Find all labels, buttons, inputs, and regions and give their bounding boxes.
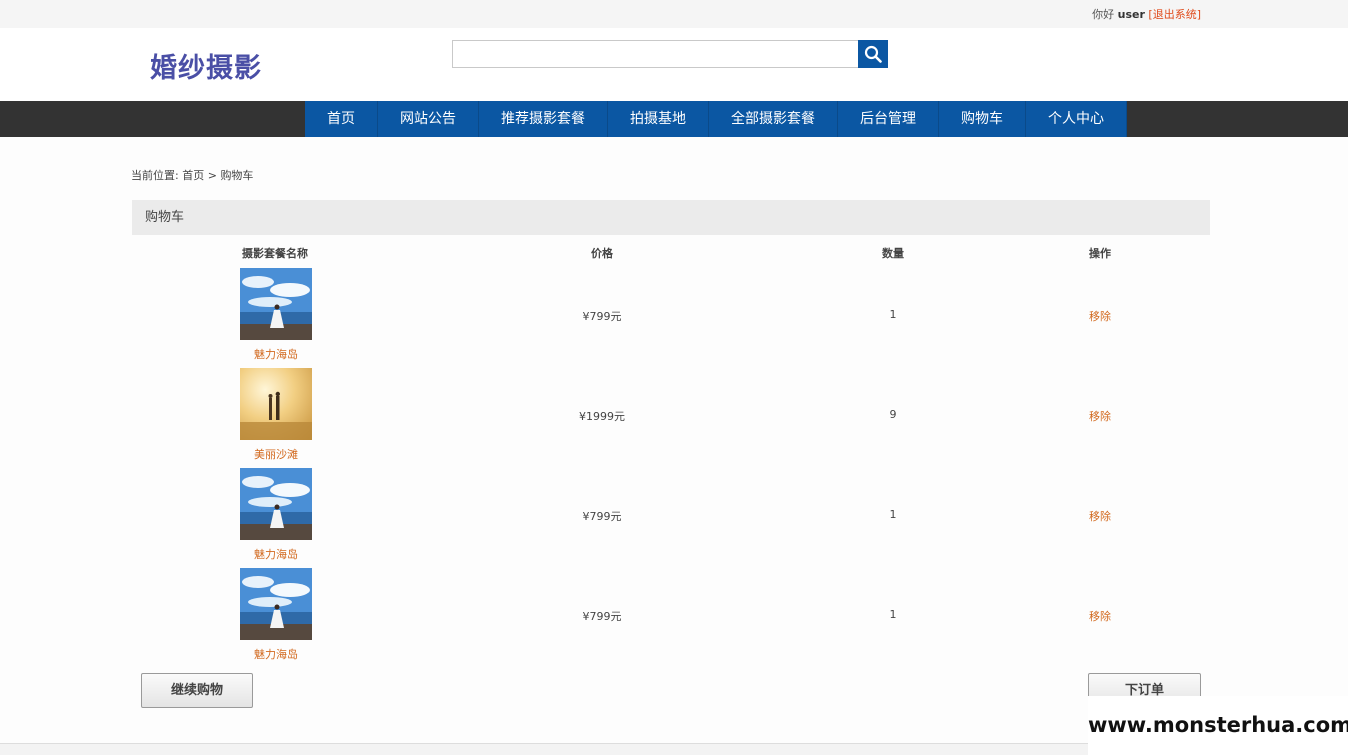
package-thumbnail[interactable] xyxy=(240,268,312,340)
breadcrumb-separator: > xyxy=(207,169,217,182)
package-name-link[interactable]: 魅力海岛 xyxy=(254,646,298,662)
search-input[interactable] xyxy=(452,40,859,68)
user-greeting: 你好 user [退出系统] xyxy=(1092,6,1201,22)
quantity-cell: 1 xyxy=(889,308,897,321)
price-cell: ¥799元 xyxy=(582,510,622,523)
price-cell: ¥1999元 xyxy=(579,410,625,423)
breadcrumb-home[interactable]: 首页 xyxy=(182,169,204,182)
package-thumbnail[interactable] xyxy=(240,568,312,640)
nav-all-packages[interactable]: 全部摄影套餐 xyxy=(709,101,838,137)
column-header-action: 操作 xyxy=(1089,247,1111,260)
search-icon xyxy=(864,45,882,63)
remove-link[interactable]: 移除 xyxy=(1089,308,1111,324)
continue-shopping-button[interactable]: 继续购物 xyxy=(141,673,253,708)
column-header-quantity: 数量 xyxy=(882,247,904,260)
nav-list: 首页 网站公告 推荐摄影套餐 拍摄基地 全部摄影套餐 后台管理 购物车 个人中心 xyxy=(305,101,1127,137)
package-name-link[interactable]: 魅力海岛 xyxy=(254,346,298,362)
column-header-price: 价格 xyxy=(591,247,613,260)
main-nav: 首页 网站公告 推荐摄影套餐 拍摄基地 全部摄影套餐 后台管理 购物车 个人中心 xyxy=(0,101,1348,137)
top-bar: 你好 user [退出系统] xyxy=(0,0,1348,28)
nav-recommended-packages[interactable]: 推荐摄影套餐 xyxy=(479,101,608,137)
cart-row: 魅力海岛 ¥799元 1 移除 xyxy=(132,468,1210,568)
package-thumbnail[interactable] xyxy=(240,368,312,440)
cart-row: 魅力海岛 ¥799元 1 移除 xyxy=(132,268,1210,368)
breadcrumb: 当前位置: 首页 > 购物车 xyxy=(131,167,253,183)
header: 婚纱摄影 xyxy=(0,28,1348,101)
greeting-text: 你好 xyxy=(1092,8,1115,21)
package-name-link[interactable]: 美丽沙滩 xyxy=(254,446,298,462)
package-thumbnail[interactable] xyxy=(240,468,312,540)
nav-cart[interactable]: 购物车 xyxy=(939,101,1026,137)
nav-home[interactable]: 首页 xyxy=(305,101,378,137)
package-name-link[interactable]: 魅力海岛 xyxy=(254,546,298,562)
price-cell: ¥799元 xyxy=(582,610,622,623)
username: user xyxy=(1117,8,1145,21)
search-button[interactable] xyxy=(858,40,888,68)
site-logo[interactable]: 婚纱摄影 xyxy=(150,46,262,85)
nav-shooting-locations[interactable]: 拍摄基地 xyxy=(608,101,709,137)
quantity-cell: 9 xyxy=(889,408,897,421)
remove-link[interactable]: 移除 xyxy=(1089,508,1111,524)
cart-row: 魅力海岛 ¥799元 1 移除 xyxy=(132,568,1210,668)
cart-row: 美丽沙滩 ¥1999元 9 移除 xyxy=(132,368,1210,468)
nav-profile[interactable]: 个人中心 xyxy=(1026,101,1127,137)
logout-link[interactable]: [退出系统] xyxy=(1148,8,1201,21)
remove-link[interactable]: 移除 xyxy=(1089,408,1111,424)
column-header-name: 摄影套餐名称 xyxy=(242,247,308,260)
breadcrumb-prefix: 当前位置: xyxy=(131,169,179,182)
price-cell: ¥799元 xyxy=(582,310,622,323)
quantity-cell: 1 xyxy=(889,608,897,621)
nav-admin[interactable]: 后台管理 xyxy=(838,101,939,137)
nav-announcements[interactable]: 网站公告 xyxy=(378,101,479,137)
quantity-cell: 1 xyxy=(889,508,897,521)
watermark: www.monsterhua.com xyxy=(1088,696,1348,755)
remove-link[interactable]: 移除 xyxy=(1089,608,1111,624)
breadcrumb-current: 购物车 xyxy=(220,169,254,182)
panel-title: 购物车 xyxy=(132,200,1210,235)
